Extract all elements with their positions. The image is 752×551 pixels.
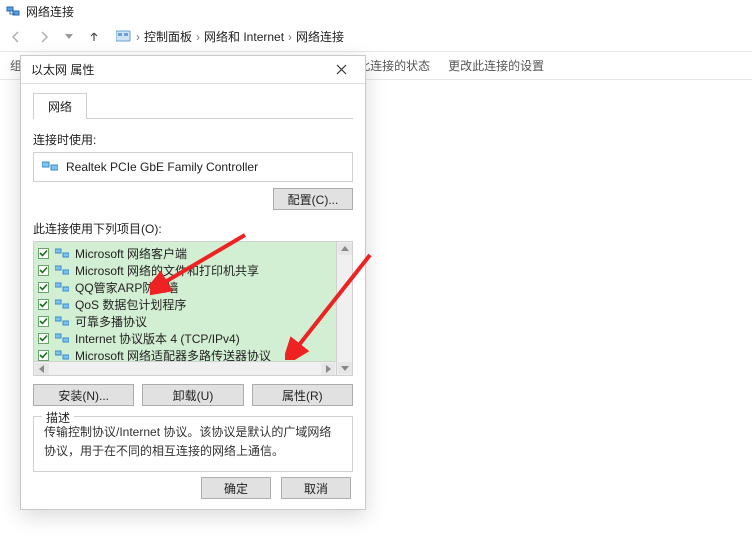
install-button[interactable]: 安装(N)... [33, 384, 134, 406]
protocol-icon [55, 247, 69, 260]
horizontal-scrollbar[interactable] [34, 361, 336, 375]
breadcrumb-separator: › [288, 30, 292, 44]
forward-button[interactable] [34, 27, 54, 47]
protocol-listbox[interactable]: Microsoft 网络客户端 Microsoft 网络的文件和打印机共享 QQ… [33, 241, 353, 376]
list-item-label: Microsoft 网络适配器多路传送器协议 [75, 347, 271, 362]
list-item[interactable]: QQ管家ARP防火墙 [38, 279, 332, 295]
breadcrumb-item[interactable]: 网络和 Internet [204, 28, 284, 45]
list-item-label: QQ管家ARP防火墙 [75, 279, 178, 296]
checkbox-checked-icon[interactable] [38, 333, 49, 344]
description-legend: 描述 [42, 409, 74, 426]
tabs: 网络 [33, 92, 353, 119]
protocol-icon [55, 281, 69, 294]
list-item[interactable]: Microsoft 网络的文件和打印机共享 [38, 262, 332, 278]
scroll-up-icon[interactable] [338, 243, 352, 255]
close-button[interactable] [323, 58, 359, 82]
network-connections-icon [6, 4, 20, 18]
cmd-change-settings[interactable]: 更改此连接的设置 [448, 57, 544, 74]
breadcrumb-separator: › [196, 30, 200, 44]
list-item-label: QoS 数据包计划程序 [75, 296, 186, 313]
cancel-button[interactable]: 取消 [281, 477, 351, 499]
breadcrumb-item[interactable]: 控制面板 [144, 28, 192, 45]
dialog-titlebar[interactable]: 以太网 属性 [21, 56, 365, 84]
checkbox-checked-icon[interactable] [38, 265, 49, 276]
items-label: 此连接使用下列项目(O): [33, 220, 353, 237]
list-item-label: 可靠多播协议 [75, 313, 147, 330]
adapter-field: Realtek PCIe GbE Family Controller [33, 152, 353, 182]
scroll-right-icon[interactable] [321, 363, 335, 375]
breadcrumb[interactable]: › 控制面板 › 网络和 Internet › 网络连接 [116, 28, 344, 45]
scroll-down-icon[interactable] [338, 362, 352, 374]
adapter-icon [42, 160, 58, 174]
breadcrumb-item[interactable]: 网络连接 [296, 28, 344, 45]
list-item[interactable]: Microsoft 网络客户端 [38, 245, 332, 261]
navigation-bar: › 控制面板 › 网络和 Internet › 网络连接 [0, 22, 752, 52]
protocol-icon [55, 264, 69, 277]
list-action-buttons: 安装(N)... 卸载(U) 属性(R) [33, 384, 353, 406]
panel-icon [116, 29, 132, 45]
tab-network[interactable]: 网络 [33, 93, 87, 119]
configure-button[interactable]: 配置(C)... [273, 188, 353, 210]
window-titlebar: 网络连接 [0, 0, 752, 22]
recent-locations-button[interactable] [62, 27, 76, 47]
list-item[interactable]: Microsoft 网络适配器多路传送器协议 [38, 347, 332, 361]
protocol-icon [55, 298, 69, 311]
breadcrumb-separator: › [136, 30, 140, 44]
protocol-icon [55, 332, 69, 345]
list-item[interactable]: QoS 数据包计划程序 [38, 296, 332, 312]
vertical-scrollbar[interactable] [336, 242, 352, 375]
checkbox-checked-icon[interactable] [38, 316, 49, 327]
protocol-icon [55, 315, 69, 328]
ok-button[interactable]: 确定 [201, 477, 271, 499]
list-item-label: Internet 协议版本 4 (TCP/IPv4) [75, 330, 240, 347]
list-item[interactable]: 可靠多播协议 [38, 313, 332, 329]
list-item-label: Microsoft 网络客户端 [75, 245, 187, 262]
ethernet-properties-dialog: 以太网 属性 网络 连接时使用: Realtek PCIe GbE Family… [20, 55, 366, 510]
list-item-label: Microsoft 网络的文件和打印机共享 [75, 262, 259, 279]
checkbox-checked-icon[interactable] [38, 350, 49, 361]
checkbox-checked-icon[interactable] [38, 248, 49, 259]
dialog-bottom-buttons: 确定 取消 [201, 477, 351, 499]
window-title: 网络连接 [26, 3, 74, 20]
adapter-name: Realtek PCIe GbE Family Controller [66, 160, 258, 174]
checkbox-checked-icon[interactable] [38, 299, 49, 310]
description-groupbox: 描述 传输控制协议/Internet 协议。该协议是默认的广域网络协议，用于在不… [33, 416, 353, 472]
checkbox-checked-icon[interactable] [38, 282, 49, 293]
dialog-title: 以太网 属性 [31, 61, 94, 78]
protocol-icon [55, 349, 69, 362]
up-button[interactable] [84, 27, 104, 47]
list-item[interactable]: Internet 协议版本 4 (TCP/IPv4) [38, 330, 332, 346]
connect-using-label: 连接时使用: [33, 131, 353, 148]
dialog-body: 网络 连接时使用: Realtek PCIe GbE Family Contro… [21, 84, 365, 482]
properties-button[interactable]: 属性(R) [252, 384, 353, 406]
description-text: 传输控制协议/Internet 协议。该协议是默认的广域网络协议，用于在不同的相… [44, 423, 342, 461]
uninstall-button[interactable]: 卸载(U) [142, 384, 243, 406]
back-button[interactable] [6, 27, 26, 47]
scroll-left-icon[interactable] [35, 363, 49, 375]
